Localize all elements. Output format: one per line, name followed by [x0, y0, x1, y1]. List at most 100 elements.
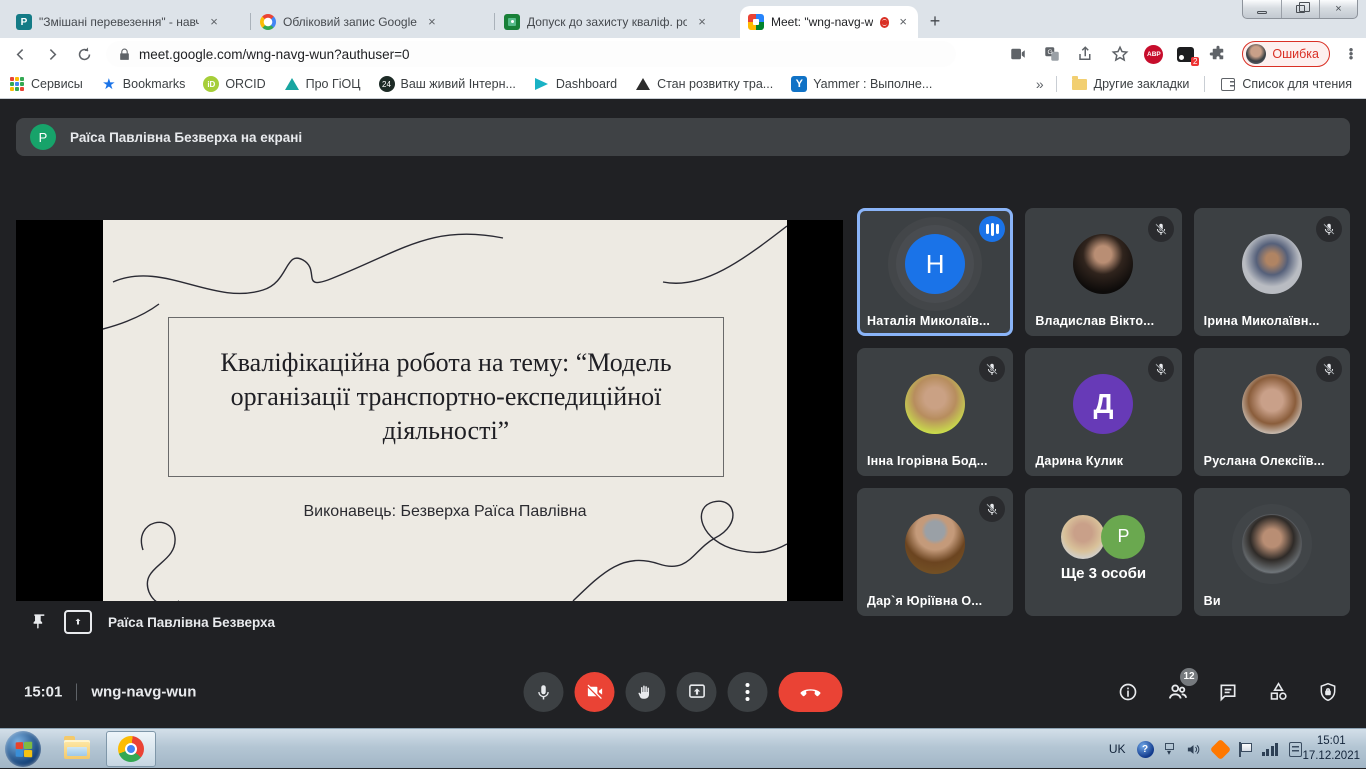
screen: P "Змішані перевезення" - навчал × Облік… [0, 0, 1366, 768]
windows-taskbar: UK ? ▾ 15:01 17.12.2021 [0, 728, 1366, 768]
bookmark-orcid[interactable]: iD ORCID [194, 76, 274, 92]
tab-2[interactable]: Обліковий запис Google × [252, 6, 492, 38]
bookmark-label: Про ГіОЦ [305, 77, 361, 91]
restore-button[interactable] [1281, 0, 1319, 18]
tab-divider [250, 13, 251, 30]
browser-menu-icon[interactable]: • • • [1344, 43, 1358, 64]
bookmark-transport[interactable]: Стан розвитку тра... [626, 76, 782, 92]
new-tab-button[interactable]: + [922, 9, 948, 35]
mic-off-icon [1147, 356, 1174, 382]
participant-tile[interactable]: Дар`я Юріївна О... [857, 488, 1014, 616]
bookmark-yammer[interactable]: Y Yammer : Выполне... [782, 76, 941, 92]
meeting-code: wng-navg-wun [91, 683, 197, 700]
adblock-extension-icon[interactable]: ABP [1144, 44, 1164, 64]
pin-icon[interactable] [30, 612, 48, 632]
volume-icon[interactable] [1185, 742, 1202, 757]
more-people-label: Ще 3 особи [1060, 564, 1147, 582]
reading-list[interactable]: Список для чтения [1211, 76, 1366, 92]
participant-tile[interactable]: Н Наталія Миколаїв... [857, 208, 1014, 336]
camera-off-button[interactable] [574, 671, 615, 712]
bookmark-label: Yammer : Выполне... [813, 77, 933, 91]
end-call-button[interactable] [778, 671, 843, 712]
orcid-icon: iD [203, 76, 220, 92]
raise-hand-button[interactable] [625, 671, 666, 712]
end-call-icon [800, 688, 821, 696]
slide-title: Кваліфікаційна робота на тему: “Модель о… [220, 347, 672, 446]
share-icon[interactable] [1076, 44, 1096, 64]
tab-close-icon[interactable]: × [896, 14, 910, 30]
tab-title: Meet: "wng-navg-wun" [771, 15, 873, 29]
avast-tray-icon[interactable] [1209, 738, 1231, 760]
help-tray-icon[interactable]: ? [1136, 740, 1154, 758]
bookmarks-overflow-icon[interactable]: » [1030, 76, 1050, 92]
participant-tile[interactable]: Владислав Вікто... [1025, 208, 1182, 336]
participant-tile[interactable]: Руслана Олексіїв... [1193, 348, 1350, 476]
divider [76, 683, 78, 700]
scheduler-tray-icon[interactable] [1289, 741, 1302, 757]
chat-button[interactable] [1216, 680, 1240, 704]
other-bookmarks[interactable]: Другие закладки [1063, 75, 1199, 92]
language-indicator[interactable]: UK [1109, 742, 1126, 756]
profile-avatar [1246, 44, 1267, 64]
slide-author: Виконавець: Безверха Раїса Павлівна [303, 503, 587, 520]
show-hidden-icons[interactable]: ▾ [1164, 742, 1174, 756]
activities-button[interactable] [1266, 680, 1290, 704]
tab-1-favicon: P [16, 14, 32, 30]
presenting-banner: P Раїса Павлівна Безверха на екрані [16, 118, 1350, 156]
bookmark-dashboard[interactable]: Dashboard [525, 76, 626, 92]
forward-icon[interactable] [40, 42, 64, 66]
people-button[interactable]: 12 [1166, 667, 1198, 704]
participant-tile[interactable]: Д Дарина Кулик [1025, 348, 1182, 476]
extensions-puzzle-icon[interactable] [1208, 44, 1228, 64]
profile-sync-error[interactable]: Ошибка [1242, 41, 1330, 67]
triangle-icon [284, 76, 300, 92]
more-options-button[interactable] [727, 671, 768, 712]
url-text: meet.google.com/wng-navg-wun?authuser=0 [139, 46, 410, 62]
bookmark-internet[interactable]: 24 Ваш живий Інтерн... [370, 76, 525, 92]
bookmark-giots[interactable]: Про ГіОЦ [275, 76, 370, 92]
tab-strip: P "Змішані перевезення" - навчал × Облік… [0, 0, 1366, 38]
close-button[interactable]: × [1319, 0, 1357, 18]
tab-close-icon[interactable]: × [424, 14, 440, 30]
tab-close-icon[interactable]: × [206, 14, 222, 30]
presentation-slide: Кваліфікаційна робота на тему: “Модель о… [103, 220, 787, 601]
participant-tile[interactable]: Ірина Миколаївн... [1193, 208, 1350, 336]
network-signal-icon[interactable] [1261, 742, 1278, 756]
meet-bottom-bar: 15:01 wng-navg-wun 12 [0, 655, 1366, 728]
reading-list-icon [1220, 76, 1236, 92]
start-button[interactable] [5, 731, 41, 767]
presentation-stage[interactable]: Кваліфікаційна робота на тему: “Модель о… [16, 220, 843, 601]
taskbar-clock[interactable]: 15:01 17.12.2021 [1302, 729, 1360, 769]
meeting-meta: 15:01 wng-navg-wun [24, 683, 196, 700]
bookmark-services[interactable]: Сервисы [0, 76, 92, 92]
reload-icon[interactable] [72, 42, 96, 66]
address-bar[interactable]: meet.google.com/wng-navg-wun?authuser=0 [106, 41, 956, 67]
minimize-button[interactable] [1243, 0, 1281, 18]
tab-4-active[interactable]: Meet: "wng-navg-wun" × [740, 6, 918, 38]
mic-button[interactable] [523, 671, 564, 712]
participant-tile[interactable]: Інна Ігорівна Бод... [857, 348, 1014, 476]
translate-icon[interactable]: G [1042, 44, 1062, 64]
bookmark-label: Другие закладки [1093, 77, 1190, 91]
back-icon[interactable] [8, 42, 32, 66]
more-people-tile[interactable]: P Ще 3 особи [1025, 488, 1182, 616]
meeting-details-button[interactable] [1116, 680, 1140, 704]
tab-close-icon[interactable]: × [694, 14, 710, 30]
host-controls-button[interactable] [1316, 680, 1340, 704]
camera-in-use-icon[interactable] [1008, 44, 1028, 64]
participant-name: Руслана Олексіїв... [1203, 454, 1325, 468]
taskbar-explorer-button[interactable] [52, 731, 102, 767]
taskbar-chrome-button[interactable] [106, 731, 156, 767]
extension-icon[interactable]: 2 [1177, 46, 1200, 66]
tab-3[interactable]: Допуск до захисту кваліф. робіт × [496, 6, 736, 38]
self-tile[interactable]: Ви [1193, 488, 1350, 616]
meeting-time: 15:01 [24, 683, 63, 700]
present-button[interactable] [676, 671, 717, 712]
bookmark-bookmarks[interactable]: ★ Bookmarks [92, 76, 195, 93]
yammer-icon: Y [791, 76, 808, 92]
audio-level-icon [979, 216, 1006, 242]
participant-name: Ви [1203, 594, 1221, 608]
tab-1[interactable]: P "Змішані перевезення" - навчал × [8, 6, 248, 38]
bookmark-star-icon[interactable] [1110, 44, 1130, 64]
action-center-flag-icon[interactable] [1238, 741, 1252, 757]
